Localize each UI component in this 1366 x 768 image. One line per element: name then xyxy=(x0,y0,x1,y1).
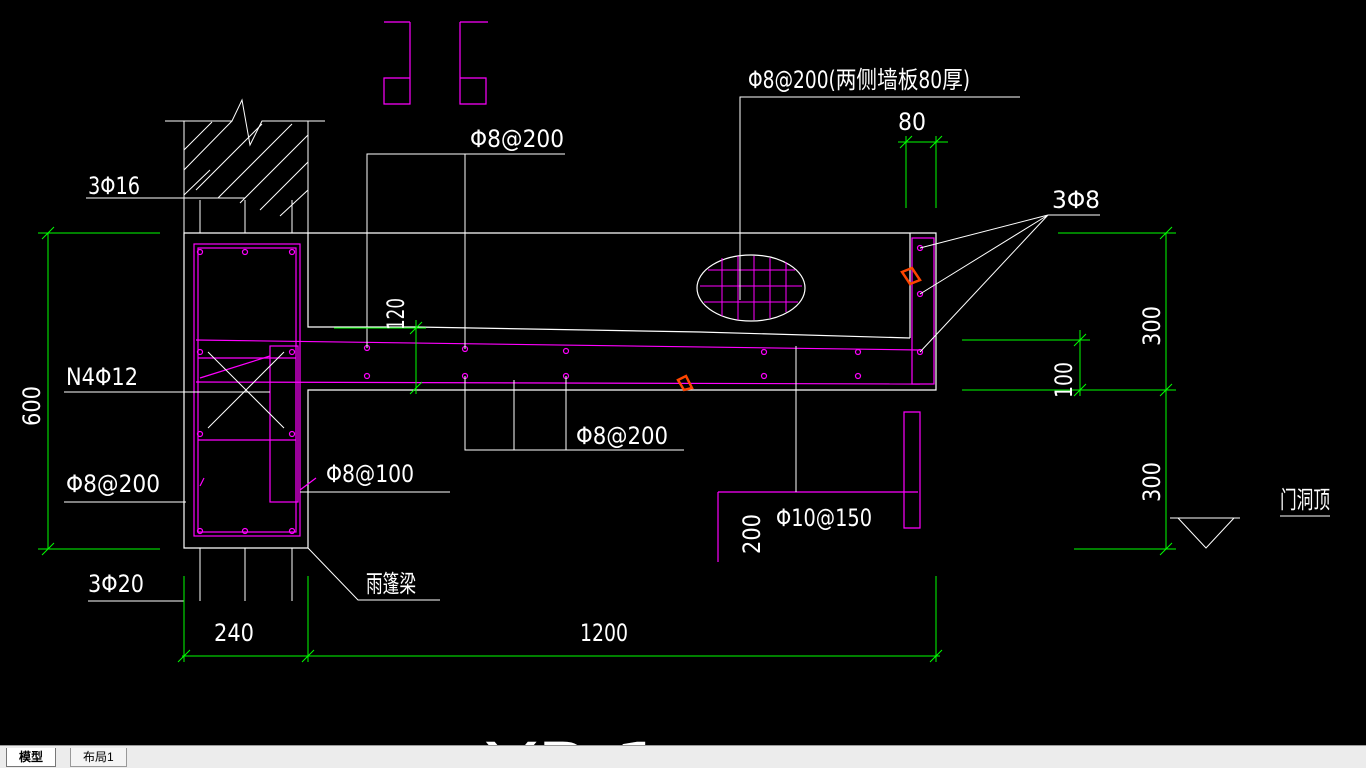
label-slab-top-rebar: Φ8@200 xyxy=(470,125,564,153)
tab-model[interactable]: 模型 xyxy=(6,748,57,767)
label-beam-width: 240 xyxy=(214,619,254,647)
label-top-bars: 3Φ16 xyxy=(88,172,140,200)
wall-plate-detail xyxy=(696,254,806,322)
brick-wall xyxy=(165,98,325,233)
label-beam-name: 雨篷梁 xyxy=(366,570,416,598)
label-rebar-wall-plate: Φ8@200(两侧墙板80厚) xyxy=(748,66,970,94)
layout-tab-bar: 模型 布局1 xyxy=(0,745,1366,768)
cad-drawing-canvas[interactable]: Φ8@200(两侧墙板80厚) 80 Φ8@200 3Φ16 3Φ8 N4Φ12… xyxy=(0,0,1366,745)
label-beam-stirrup-inner: Φ8@100 xyxy=(326,460,414,488)
label-waist-bars: N4Φ12 xyxy=(66,363,138,391)
leader-lines xyxy=(64,96,1330,602)
label-dim-100: 100 xyxy=(1050,362,1078,398)
label-canopy-length: 1200 xyxy=(580,619,628,647)
concrete-outline xyxy=(183,232,937,549)
label-side-bars: 3Φ8 xyxy=(1052,186,1100,214)
label-slab-thickness: 120 xyxy=(382,298,410,330)
tab-layout1[interactable]: 布局1 xyxy=(70,748,127,767)
label-slab-distribution: Φ8@200 xyxy=(576,422,668,450)
label-drawing-title: YP-1 xyxy=(485,729,666,745)
dimension-lines xyxy=(38,135,1176,663)
label-wall-thickness: 80 xyxy=(898,108,926,136)
label-bottom-bars: 3Φ20 xyxy=(88,570,144,598)
canopy-beam-section-drawing: Φ8@200(两侧墙板80厚) 80 Φ8@200 3Φ16 3Φ8 N4Φ12… xyxy=(18,21,1330,745)
column-symbol xyxy=(383,21,488,105)
label-door-top: 门洞顶 xyxy=(1280,486,1330,514)
label-beam-stirrup-outer: Φ8@200 xyxy=(66,470,160,498)
label-dim-300-top: 300 xyxy=(1138,306,1166,346)
label-upturn-height: 200 xyxy=(738,514,766,554)
label-dim-300-bottom: 300 xyxy=(1138,462,1166,502)
label-slab-main-bars: Φ10@150 xyxy=(776,504,872,532)
label-beam-height: 600 xyxy=(18,386,46,426)
